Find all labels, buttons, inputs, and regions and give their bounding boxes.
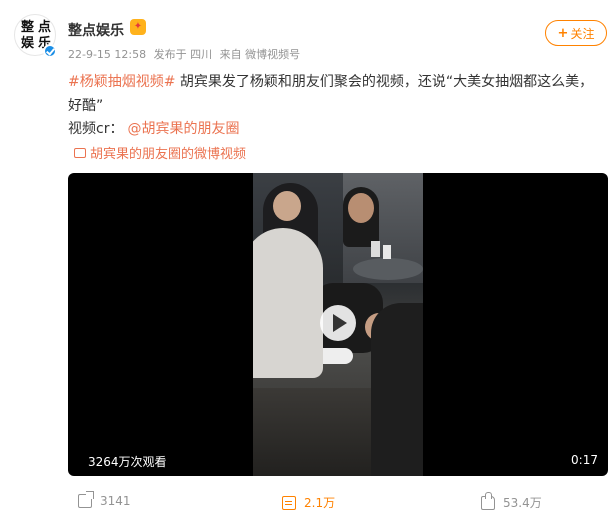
verified-icon [43,44,57,58]
post-text: #杨颖抽烟视频# 胡宾果发了杨颖和朋友们聚会的视频，还说“大美女抽烟都这么美，好… [68,70,604,118]
comment-button[interactable]: 2.1万 [282,494,335,511]
share-button[interactable]: 3141 [78,491,131,508]
like-count: 53.4万 [503,496,542,510]
post-source: 来自 微博视频号 [219,48,301,61]
video-link-label: 胡宾果的朋友圈的微博视频 [90,147,247,162]
action-bar: 3141 2.1万 53.4万 [68,491,608,516]
author-name[interactable]: 整点娱乐 [68,20,124,40]
follow-label: 关注 [570,26,595,41]
follow-button[interactable]: + 关注 [545,20,607,46]
topic-link[interactable]: #杨颖抽烟视频# [68,74,175,90]
video-credit: 视频cr： @胡宾果的朋友圈 [68,118,239,138]
share-icon [78,491,94,508]
avatar-char: 点 [37,20,51,35]
plus-icon: + [557,25,569,41]
avatar-char: 娱 [20,36,34,51]
thumbs-up-icon [481,491,495,510]
avatar-char: 整 [20,20,34,35]
video-duration: 0:17 [571,453,598,467]
video-source-link[interactable]: 胡宾果的朋友圈的微博视频 [74,143,246,162]
view-count: 3264万次观看 [88,455,167,469]
post-date[interactable]: 22-9-15 12:58 [68,48,146,61]
comment-icon [282,495,296,510]
mention-link[interactable]: @胡宾果的朋友圈 [127,121,239,137]
vip-fan-badge-icon[interactable]: ✦ [130,19,146,35]
play-icon[interactable] [320,305,356,341]
post-meta: 22-9-15 12:58 发布于 四川 来自 微博视频号 [68,46,304,62]
comment-count: 2.1万 [304,496,336,510]
video-icon [74,147,86,158]
credit-prefix: 视频cr： [68,121,124,137]
like-button[interactable]: 53.4万 [481,491,542,511]
share-count: 3141 [100,494,131,508]
video-player[interactable]: 3264万次观看 0:17 [68,173,608,476]
post-location: 发布于 四川 [153,48,213,61]
